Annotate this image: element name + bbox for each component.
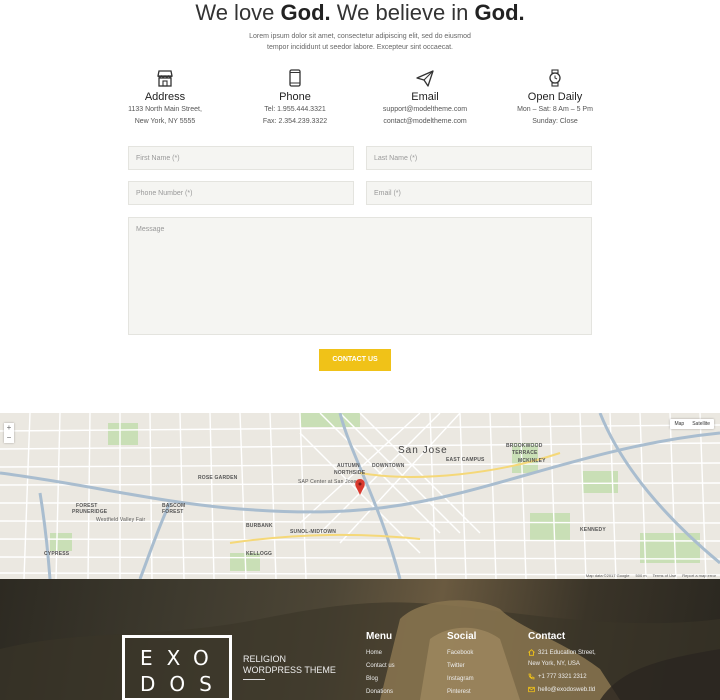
map-label: BROOKWOOD: [506, 443, 543, 449]
map-label: KELLOGG: [246, 551, 273, 557]
map-label: PRUNERIDGE: [72, 509, 108, 515]
map-streets: [0, 413, 720, 579]
info-line: 1133 North Main Street,: [128, 106, 202, 113]
title-bold-1: God.: [280, 0, 331, 25]
info-line: support@modeltheme.com: [382, 106, 468, 113]
map-label: BURBANK: [246, 523, 273, 529]
phone-number-input[interactable]: Phone Number (*): [128, 181, 354, 205]
footer-social-link[interactable]: Facebook: [447, 650, 473, 656]
footer-menu-title: Menu: [366, 631, 393, 642]
footer-menu-link[interactable]: Blog: [366, 676, 378, 682]
map-label: AUTUMN: [337, 463, 360, 469]
phone-icon: [230, 68, 360, 88]
info-email: Email support@modeltheme.com contact@mod…: [360, 68, 490, 128]
footer-social-link[interactable]: Pinterest: [447, 689, 471, 695]
footer-address-line-1: 321 Education Street,: [538, 650, 596, 656]
email-placeholder: Email (*): [374, 190, 401, 197]
footer-menu-link[interactable]: Contact us: [366, 663, 395, 669]
logo-text-line-2: DOS: [140, 672, 226, 696]
info-phone: Phone Tel: 1.955.444.3321 Fax: 2.354.239…: [230, 68, 360, 128]
footer-social-title: Social: [447, 631, 477, 642]
map-label: NORTHSIDE: [334, 470, 366, 476]
map-label: KENNEDY: [580, 527, 606, 533]
email-input[interactable]: Email (*): [366, 181, 592, 205]
map-report-link[interactable]: Report a map error: [682, 573, 716, 578]
map-label: CYPRESS: [44, 551, 70, 557]
footer-menu-link[interactable]: Donations: [366, 689, 393, 695]
zoom-out-button[interactable]: −: [4, 433, 14, 443]
map-city-label: San Jose: [398, 445, 448, 456]
map-scale: 500 m: [635, 573, 647, 578]
google-map[interactable]: San Jose ROSE GARDEN AUTUMN NORTHSIDE DO…: [0, 413, 720, 579]
map-type-control: Map Satellite: [670, 419, 714, 429]
map-label: FOREST: [162, 509, 184, 515]
map-label: MCKINLEY: [518, 458, 546, 464]
info-title: Open Daily: [527, 91, 583, 103]
info-line: Sunday: Close: [532, 118, 578, 125]
first-name-input[interactable]: First Name (*): [128, 146, 354, 170]
mail-icon: [528, 686, 535, 693]
shop-icon: [100, 68, 230, 88]
map-type-satellite-button[interactable]: Satellite: [688, 419, 714, 429]
tagline-divider: [243, 679, 265, 680]
title-bold-2: God.: [474, 0, 525, 25]
map-label: DOWNTOWN: [372, 463, 405, 469]
footer-phone: +1 777 3321 2312: [538, 674, 587, 680]
footer-logo[interactable]: EXO DOS: [122, 635, 232, 700]
watch-icon: [490, 68, 620, 88]
contact-info-row: Address 1133 North Main Street, New York…: [100, 68, 620, 128]
info-address: Address 1133 North Main Street, New York…: [100, 68, 230, 128]
map-label: SUNOL-MIDTOWN: [290, 529, 337, 535]
phone-placeholder: Phone Number (*): [136, 190, 193, 197]
map-label: Westfield Valley Fair: [96, 517, 146, 523]
zoom-in-button[interactable]: +: [4, 423, 14, 433]
info-title: Email: [411, 91, 439, 103]
home-icon: [528, 649, 535, 656]
info-line: Tel: 1.955.444.3321: [264, 106, 326, 113]
info-hours: Open Daily Mon – Sat: 8 Am – 5 Pm Sunday…: [490, 68, 620, 128]
info-line: contact@modeltheme.com: [383, 118, 467, 125]
last-name-placeholder: Last Name (*): [374, 155, 418, 162]
intro-line-2: tempor incididunt ut seedor labore. Exce…: [267, 44, 453, 51]
phone-icon: [528, 673, 535, 680]
map-label: EAST CAMPUS: [446, 457, 485, 463]
map-footer: Map data ©2017 Google 500 m Terms of Use…: [586, 573, 716, 578]
tagline-line-1: RELIGION: [243, 654, 287, 664]
page-title: We love God. We believe in God.: [0, 0, 720, 26]
footer-menu-link[interactable]: Home: [366, 650, 382, 656]
map-label: ROSE GARDEN: [198, 475, 238, 481]
map-zoom-control: + −: [4, 423, 14, 443]
info-line: Fax: 2.354.239.3322: [262, 118, 328, 125]
map-type-map-button[interactable]: Map: [670, 419, 688, 429]
footer-contact-title: Contact: [528, 631, 566, 642]
title-text-2: We believe in: [330, 0, 475, 25]
map-label: SAP Center at San Jose: [298, 479, 357, 485]
map-label: TERRACE: [512, 450, 538, 456]
info-line: Mon – Sat: 8 Am – 5 Pm: [517, 106, 593, 113]
map-terms-link[interactable]: Terms of Use: [653, 573, 677, 578]
info-line: New York, NY 5555: [134, 118, 196, 125]
last-name-input[interactable]: Last Name (*): [366, 146, 592, 170]
footer-social-link[interactable]: Instagram: [447, 676, 474, 682]
title-text-1: We love: [195, 0, 281, 25]
contact-us-button[interactable]: CONTACT US: [319, 349, 391, 371]
footer-background: [0, 600, 720, 700]
logo-text-line-1: EXO: [140, 646, 223, 670]
message-placeholder: Message: [136, 226, 165, 233]
intro-paragraph: Lorem ipsum dolor sit amet, consectetur …: [210, 31, 510, 53]
map-data-credit: Map data ©2017 Google: [585, 573, 630, 578]
tagline-line-2: WORDPRESS THEME: [243, 665, 336, 675]
info-title: Address: [144, 91, 186, 103]
intro-line-1: Lorem ipsum dolor sit amet, consectetur …: [249, 33, 471, 40]
message-textarea[interactable]: Message: [128, 217, 592, 335]
info-title: Phone: [279, 91, 311, 103]
site-footer: EXO DOS RELIGION WORDPRESS THEME Menu Ho…: [0, 579, 720, 700]
footer-social-link[interactable]: Twitter: [447, 663, 465, 669]
footer-address-line-2: New York, NY, USA: [528, 661, 580, 667]
first-name-placeholder: First Name (*): [136, 155, 180, 162]
paper-plane-icon: [360, 68, 490, 88]
footer-email[interactable]: hello@exodosweb.tld: [538, 687, 595, 693]
